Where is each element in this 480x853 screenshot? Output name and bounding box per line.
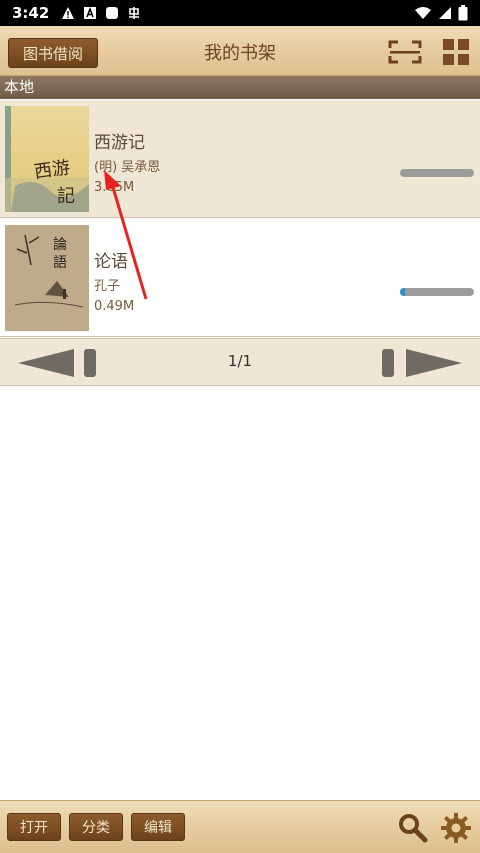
status-bar: 3:42: [0, 0, 480, 26]
book-author: (明) 吴承恩: [94, 160, 161, 175]
book-title: 论语: [94, 252, 128, 272]
top-toolbar: 图书借阅 我的书架: [0, 26, 480, 76]
next-page-arrow-icon[interactable]: [380, 348, 462, 378]
notification-a-icon: [84, 6, 97, 19]
section-header-local: 本地: [0, 76, 480, 99]
category-button[interactable]: 分类: [69, 813, 123, 841]
gear-icon[interactable]: [440, 812, 472, 844]
wifi-icon: [415, 7, 431, 19]
book-cover-image: 西游 記: [5, 106, 89, 212]
pager: 1/1: [0, 338, 480, 386]
svg-text:論: 論: [53, 237, 67, 253]
bottom-toolbar: 打开 分类 编辑: [0, 800, 480, 853]
battery-icon: [458, 5, 468, 21]
open-button[interactable]: 打开: [7, 813, 61, 841]
cell-signal-icon: [439, 7, 451, 19]
book-size: 0.49M: [94, 299, 135, 314]
notification-square-icon: [106, 7, 119, 19]
book-cover-image: 論 語: [5, 225, 89, 331]
reading-progress-bar: [400, 169, 474, 177]
status-time: 3:42: [12, 4, 50, 22]
edit-button[interactable]: 编辑: [131, 813, 185, 841]
book-row[interactable]: 論 語 论语 孔子 0.49M: [0, 219, 480, 337]
warning-icon: [62, 7, 75, 19]
book-title: 西游记: [94, 133, 145, 153]
reading-progress-bar: [400, 288, 474, 296]
book-author: 孔子: [94, 279, 121, 294]
svg-text:語: 語: [53, 255, 67, 271]
book-row[interactable]: 西游 記 西游记 (明) 吴承恩 3.05M: [0, 100, 480, 218]
book-size: 3.05M: [94, 180, 135, 195]
progress-fill: [400, 288, 406, 296]
svg-text:記: 記: [57, 186, 75, 207]
scan-icon[interactable]: [388, 40, 422, 64]
search-icon[interactable]: [398, 813, 428, 843]
app-notification-icon: [129, 7, 140, 19]
grid-view-icon[interactable]: [443, 39, 469, 65]
